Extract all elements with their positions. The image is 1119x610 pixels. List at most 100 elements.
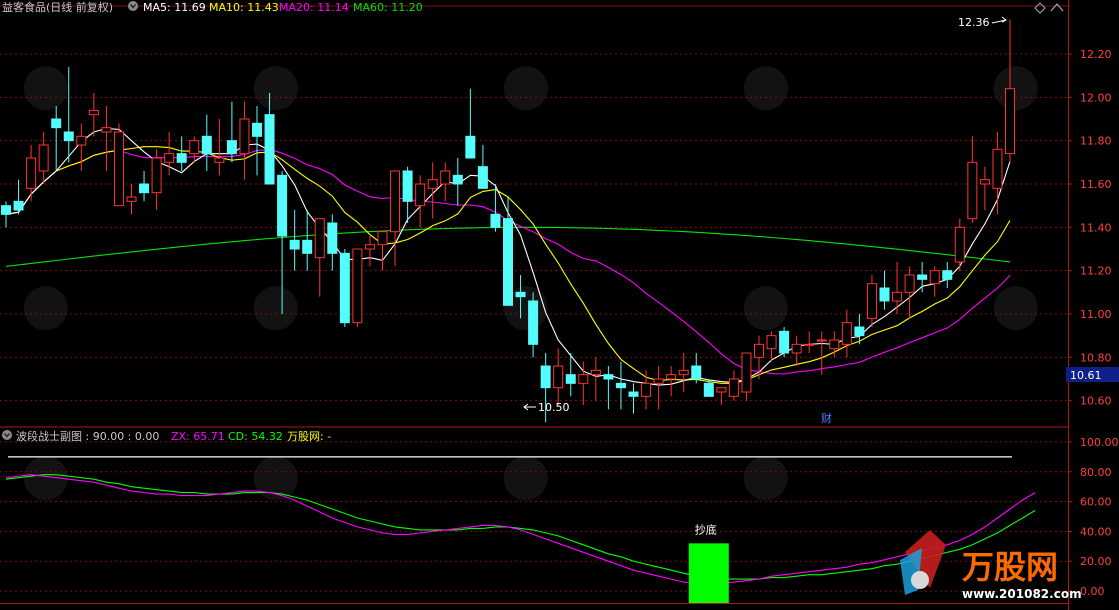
candle [917,262,928,293]
diamond-icon[interactable] [1034,2,1046,14]
candle [327,214,338,271]
candle [415,175,426,228]
candle [113,123,124,207]
indicator-axis: 0.00 20.00 40.00 60.00 80.00 100.00 [1068,436,1119,598]
price-tick-label: 11.40 [1080,221,1112,234]
candle [302,210,313,271]
cd-label: CD: 54.32 [228,430,283,443]
candle-body [314,218,325,259]
candle [528,292,539,358]
toggle-icon[interactable] [128,1,138,11]
price-tick-label: 11.20 [1080,265,1112,278]
indicator-tick-label: 60.00 [1080,496,1112,509]
low-price-label: 10.50 [538,401,570,414]
stock-title: 益客食品(日线 前复权) [2,0,113,14]
candle-body [578,374,589,384]
site-label: 万股网: - [287,430,331,443]
candle-body [854,326,865,337]
watermark-tile [993,286,1038,331]
candle-body [490,213,501,228]
candle [477,145,488,189]
candle [13,179,24,215]
candle-body [779,330,790,354]
candle-body [189,140,200,155]
watermark-tile [993,66,1038,111]
candle-body [553,365,564,389]
candle [603,366,614,410]
candle-body [302,239,313,254]
candle-body [678,369,689,376]
candle [239,101,250,180]
candle-body [327,222,338,254]
candle [101,106,112,171]
candle-body [954,226,965,263]
candle-body [440,170,451,185]
price-tick-label: 12.00 [1080,91,1112,104]
buy-signal: 抄底 [688,522,729,603]
ma20-label: MA20: 11.14 [279,1,349,14]
candle-body [201,135,212,155]
candle-body [26,157,37,189]
logo-url: www.201082.com [962,587,1082,601]
price-tick-label: 12.20 [1080,48,1112,61]
candle-body [603,374,614,380]
candle [377,231,388,271]
candle-body [503,218,513,306]
candle-body [226,140,237,155]
candle-body [703,382,714,397]
expand-icon[interactable] [1050,3,1064,12]
candle-body [113,131,124,207]
candle-body [728,378,739,397]
price-tick-label: 11.80 [1080,135,1112,148]
candle-body [289,239,300,250]
candle [904,266,915,319]
candle-body [641,382,652,397]
candle-body [452,174,463,185]
candle [289,210,300,271]
candle [88,93,99,137]
candle-body [477,166,488,189]
candle [151,149,162,210]
watermark-tile [743,66,788,111]
candle-body [415,183,426,207]
candle-body [929,270,940,285]
candle-body [754,343,764,358]
candle [440,162,451,202]
watermark-mark [743,286,788,331]
watermark-tile [253,66,298,111]
candle-body [214,157,225,163]
candle [38,132,49,184]
candle-body [402,170,413,202]
ma5-label: MA5: 11.69 [143,1,206,14]
candle [741,352,752,401]
candle [992,132,1003,215]
candle-body [917,274,928,280]
current-price-tag: 10.61 [1066,367,1119,382]
candle-body [766,335,777,350]
candle [352,248,363,327]
candle [1,201,11,228]
candle-body [666,374,677,380]
current-price-label: 10.61 [1070,369,1102,382]
candle [979,166,990,210]
candle [691,353,702,384]
candle [26,145,37,202]
candle-body [239,118,250,155]
candle [879,270,890,310]
watermark-mark [253,286,298,331]
watermark-tile [23,66,68,111]
candle [929,266,940,297]
watermark-mark [253,66,298,111]
price-tick-label: 10.60 [1080,395,1112,408]
candle-body [151,157,162,194]
ma60-label: MA60: 11.20 [353,1,423,14]
financial-report-marker[interactable]: 财 [821,411,832,425]
candle [628,383,639,414]
candle-body [866,283,877,319]
candle-body [465,135,476,159]
candle [226,101,237,163]
settings-toggle-icon[interactable] [2,430,12,440]
watermark-mark [23,66,68,111]
indicator-tick-label: 0.00 [1080,585,1105,598]
candle-body [804,343,815,346]
